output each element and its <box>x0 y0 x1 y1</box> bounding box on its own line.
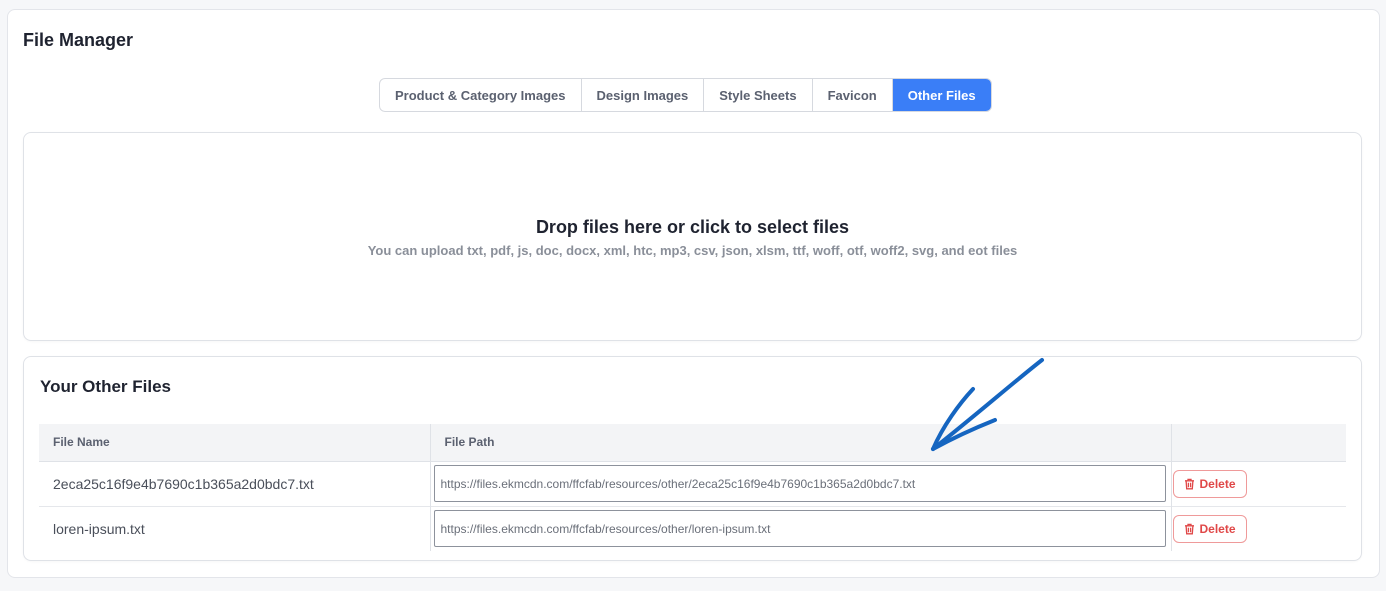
file-path-cell <box>430 506 1172 551</box>
dropzone-hint: You can upload txt, pdf, js, doc, docx, … <box>367 243 1018 258</box>
other-files-panel: Your Other Files File Name File Path 2ec… <box>23 356 1362 561</box>
column-header-actions <box>1171 424 1346 462</box>
trash-icon <box>1184 478 1194 489</box>
tab-other-files[interactable]: Other Files <box>892 79 991 111</box>
tab-style-sheets[interactable]: Style Sheets <box>704 79 813 111</box>
table-row: 2eca25c16f9e4b7690c1b365a2d0bdc7.txt Del… <box>39 461 1346 506</box>
delete-button[interactable]: Delete <box>1172 514 1247 543</box>
action-cell: Delete <box>1171 506 1346 551</box>
file-path-field[interactable] <box>433 465 1166 502</box>
file-name-cell: loren-ipsum.txt <box>39 506 431 551</box>
delete-button[interactable]: Delete <box>1172 469 1247 498</box>
tab-design-images[interactable]: Design Images <box>582 79 705 111</box>
file-type-tabs: Product & Category Images Design Images … <box>379 78 992 112</box>
tab-product-category-images[interactable]: Product & Category Images <box>380 79 582 111</box>
file-manager-card: File Manager Product & Category Images D… <box>7 9 1380 578</box>
table-header-row: File Name File Path <box>39 424 1346 462</box>
action-cell: Delete <box>1171 461 1346 506</box>
trash-icon <box>1184 523 1194 535</box>
files-section-title: Your Other Files <box>40 377 171 396</box>
tab-favicon[interactable]: Favicon <box>813 79 893 111</box>
file-dropzone[interactable]: Drop files here or click to select files… <box>23 132 1362 341</box>
column-header-file-name: File Name <box>39 424 431 462</box>
column-header-file-path: File Path <box>430 424 1172 462</box>
file-path-cell <box>430 461 1172 506</box>
delete-button-label: Delete <box>1199 521 1236 536</box>
delete-button-label: Delete <box>1199 476 1236 491</box>
file-path-field[interactable] <box>433 510 1166 548</box>
dropzone-title: Drop files here or click to select files <box>535 217 850 237</box>
page-title: File Manager <box>23 30 134 50</box>
files-table: File Name File Path 2eca25c16f9e4b7690c1… <box>39 424 1346 551</box>
file-name-cell: 2eca25c16f9e4b7690c1b365a2d0bdc7.txt <box>39 461 431 506</box>
table-row: loren-ipsum.txt Delete <box>39 506 1346 551</box>
